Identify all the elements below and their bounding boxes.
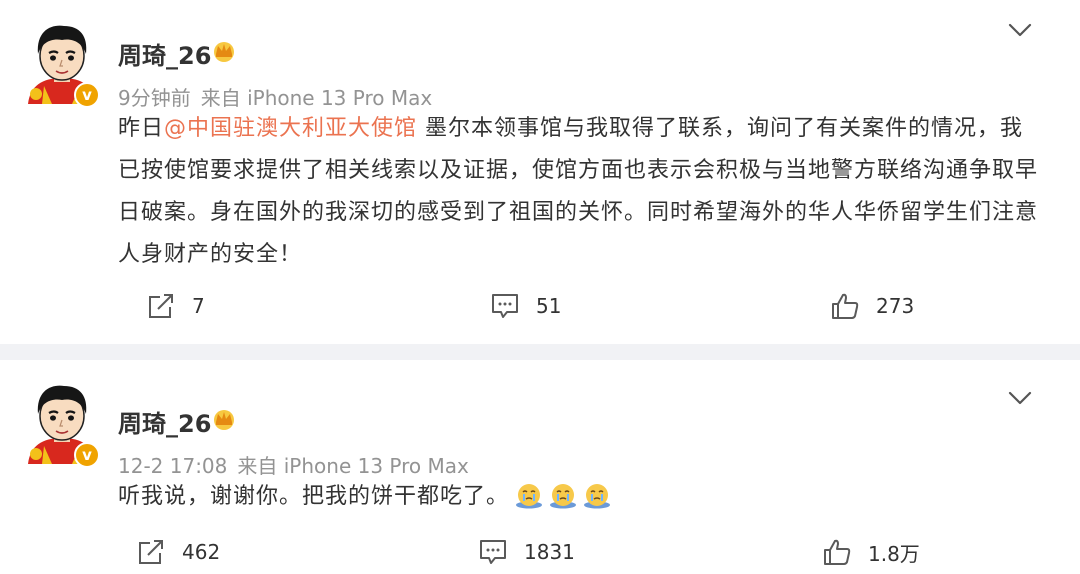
- post-text: 昨日@中国驻澳大利亚大使馆 墨尔本领事馆与我取得了联系，询问了有关案件的情况，我…: [118, 108, 1038, 276]
- crying-face-emoji-icon: [515, 481, 543, 509]
- repost-count: 462: [182, 540, 221, 564]
- verified-badge-icon: v: [74, 82, 100, 108]
- feed-divider: [0, 344, 1080, 360]
- comment-button[interactable]: 51: [490, 286, 561, 326]
- username[interactable]: 周琦_26: [118, 36, 211, 71]
- like-button[interactable]: 273: [830, 286, 914, 326]
- post-text-body: 听我说，谢谢你。把我的饼干都吃了。: [118, 484, 510, 509]
- comment-icon: [478, 537, 508, 567]
- mention-link[interactable]: @中国驻澳大利亚大使馆: [164, 116, 417, 141]
- chevron-down-icon[interactable]: [1008, 22, 1032, 38]
- post-text: 听我说，谢谢你。把我的饼干都吃了。: [118, 476, 1038, 518]
- crown-icon[interactable]: [210, 408, 238, 430]
- crown-icon[interactable]: [210, 40, 238, 62]
- comment-button[interactable]: 1831: [478, 532, 575, 572]
- like-count: 1.8万: [868, 541, 920, 566]
- like-count: 273: [876, 294, 915, 318]
- repost-icon: [136, 537, 166, 567]
- like-button[interactable]: 1.8万: [822, 532, 920, 572]
- repost-button[interactable]: 7: [146, 286, 205, 326]
- comment-count: 51: [536, 294, 562, 318]
- comment-icon: [490, 291, 520, 321]
- post-meta: 12-2 17:08 来自 iPhone 13 Pro Max: [118, 450, 469, 479]
- comment-count: 1831: [524, 540, 575, 564]
- post-card: v 周琦_26 12-2 17:08 来自 iPhone 13 Pro Max 听…: [0, 360, 1080, 574]
- thumbs-up-icon: [822, 537, 852, 567]
- crying-face-emoji-icon: [549, 481, 577, 509]
- username[interactable]: 周琦_26: [118, 404, 211, 439]
- chevron-down-icon[interactable]: [1008, 390, 1032, 406]
- thumbs-up-icon: [830, 291, 860, 321]
- crying-face-emoji-icon: [583, 481, 611, 509]
- post-source: 来自 iPhone 13 Pro Max: [200, 86, 433, 110]
- post-meta: 9分钟前 来自 iPhone 13 Pro Max: [118, 82, 432, 111]
- repost-button[interactable]: 462: [136, 532, 220, 572]
- post-text-prefix: 昨日: [118, 116, 165, 141]
- verified-badge-icon: v: [74, 442, 100, 468]
- repost-count: 7: [192, 294, 205, 318]
- action-bar: 7 51 273: [0, 286, 1080, 326]
- post-time[interactable]: 9分钟前: [118, 86, 191, 110]
- repost-icon: [146, 291, 176, 321]
- post-time[interactable]: 12-2 17:08: [118, 454, 227, 478]
- post-source: 来自 iPhone 13 Pro Max: [237, 454, 469, 478]
- post-card: v 周琦_26 9分钟前 来自 iPhone 13 Pro Max 昨日@中国驻澳…: [0, 0, 1080, 344]
- action-bar: 462 1831 1.8万: [0, 532, 1080, 572]
